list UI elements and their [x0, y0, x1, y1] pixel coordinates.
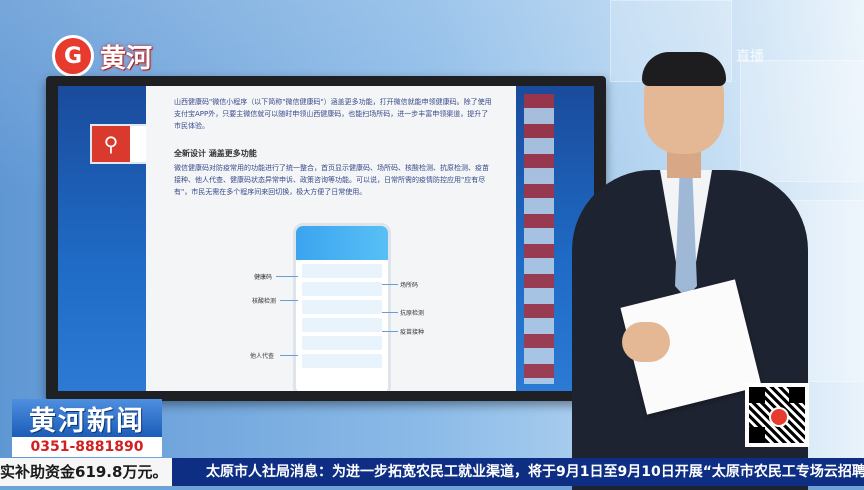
search-icon: ⚲ — [92, 126, 130, 162]
doc-paragraph-2: 微信健康码对防疫常用的功能进行了统一整合，首页显示健康码、场所码、核酸检测、抗原… — [174, 164, 489, 196]
studio-monitor: ⚲ 山西健康码"微信小程序（以下简称"微信健康码"）涵盖更多功能，打开微信就能申… — [46, 76, 606, 401]
callout-label: 疫苗接种 — [400, 329, 425, 336]
callout-line — [382, 312, 398, 313]
phone-row — [302, 354, 382, 368]
qr-pattern — [749, 387, 805, 443]
program-title: 黄河新闻 — [12, 399, 162, 437]
phone-row — [302, 264, 382, 278]
phone-row — [302, 318, 382, 332]
qr-logo-icon — [769, 407, 789, 427]
callout-line — [382, 284, 398, 285]
program-badge: 黄河新闻 0351-8881890 — [12, 399, 162, 459]
callout-label: 核酸检测 — [252, 298, 277, 305]
monitor-screen: ⚲ 山西健康码"微信小程序（以下简称"微信健康码"）涵盖更多功能，打开微信就能申… — [58, 86, 594, 391]
callout-label: 抗原检测 — [400, 310, 425, 317]
anchor-hand — [622, 322, 670, 362]
doc-paragraph-1: 山西健康码"微信小程序（以下简称"微信健康码"）涵盖更多功能，打开微信就能申领健… — [174, 98, 492, 130]
phone-row — [302, 282, 382, 296]
callout-label: 场所码 — [400, 282, 419, 289]
phone-header — [296, 226, 388, 260]
phone-mockup — [293, 223, 391, 391]
ticker-previous-item: 实补助资金619.8万元。 — [0, 458, 172, 486]
ticker-current-item: 太原市人社局消息：为进一步拓宽农民工就业渠道，将于9月1日至9月10日开展“太原… — [206, 464, 864, 480]
document-page: 山西健康码"微信小程序（以下简称"微信健康码"）涵盖更多功能，打开微信就能申领健… — [146, 86, 516, 391]
callout-line — [280, 355, 298, 356]
phone-row — [302, 300, 382, 314]
callout-label: 健康码 — [254, 274, 273, 281]
channel-logo-icon: G — [52, 35, 94, 77]
callout-label: 他人代查 — [250, 353, 275, 360]
hotline-number: 0351-8881890 — [12, 437, 162, 457]
phone-row — [302, 336, 382, 350]
news-ticker: 实补助资金619.8万元。 太原市人社局消息：为进一步拓宽农民工就业渠道，将于9… — [0, 458, 864, 486]
qr-code — [745, 383, 809, 447]
doc-heading: 全新设计 涵盖更多功能 — [174, 149, 257, 158]
callout-line — [276, 276, 298, 277]
channel-logo-text: 黄河 — [100, 43, 153, 74]
callout-line — [382, 331, 398, 332]
thumbnail-strip — [524, 94, 554, 384]
channel-logo: G 黄河 — [52, 35, 170, 77]
callout-line — [280, 300, 298, 301]
anchor-hair — [642, 52, 726, 86]
